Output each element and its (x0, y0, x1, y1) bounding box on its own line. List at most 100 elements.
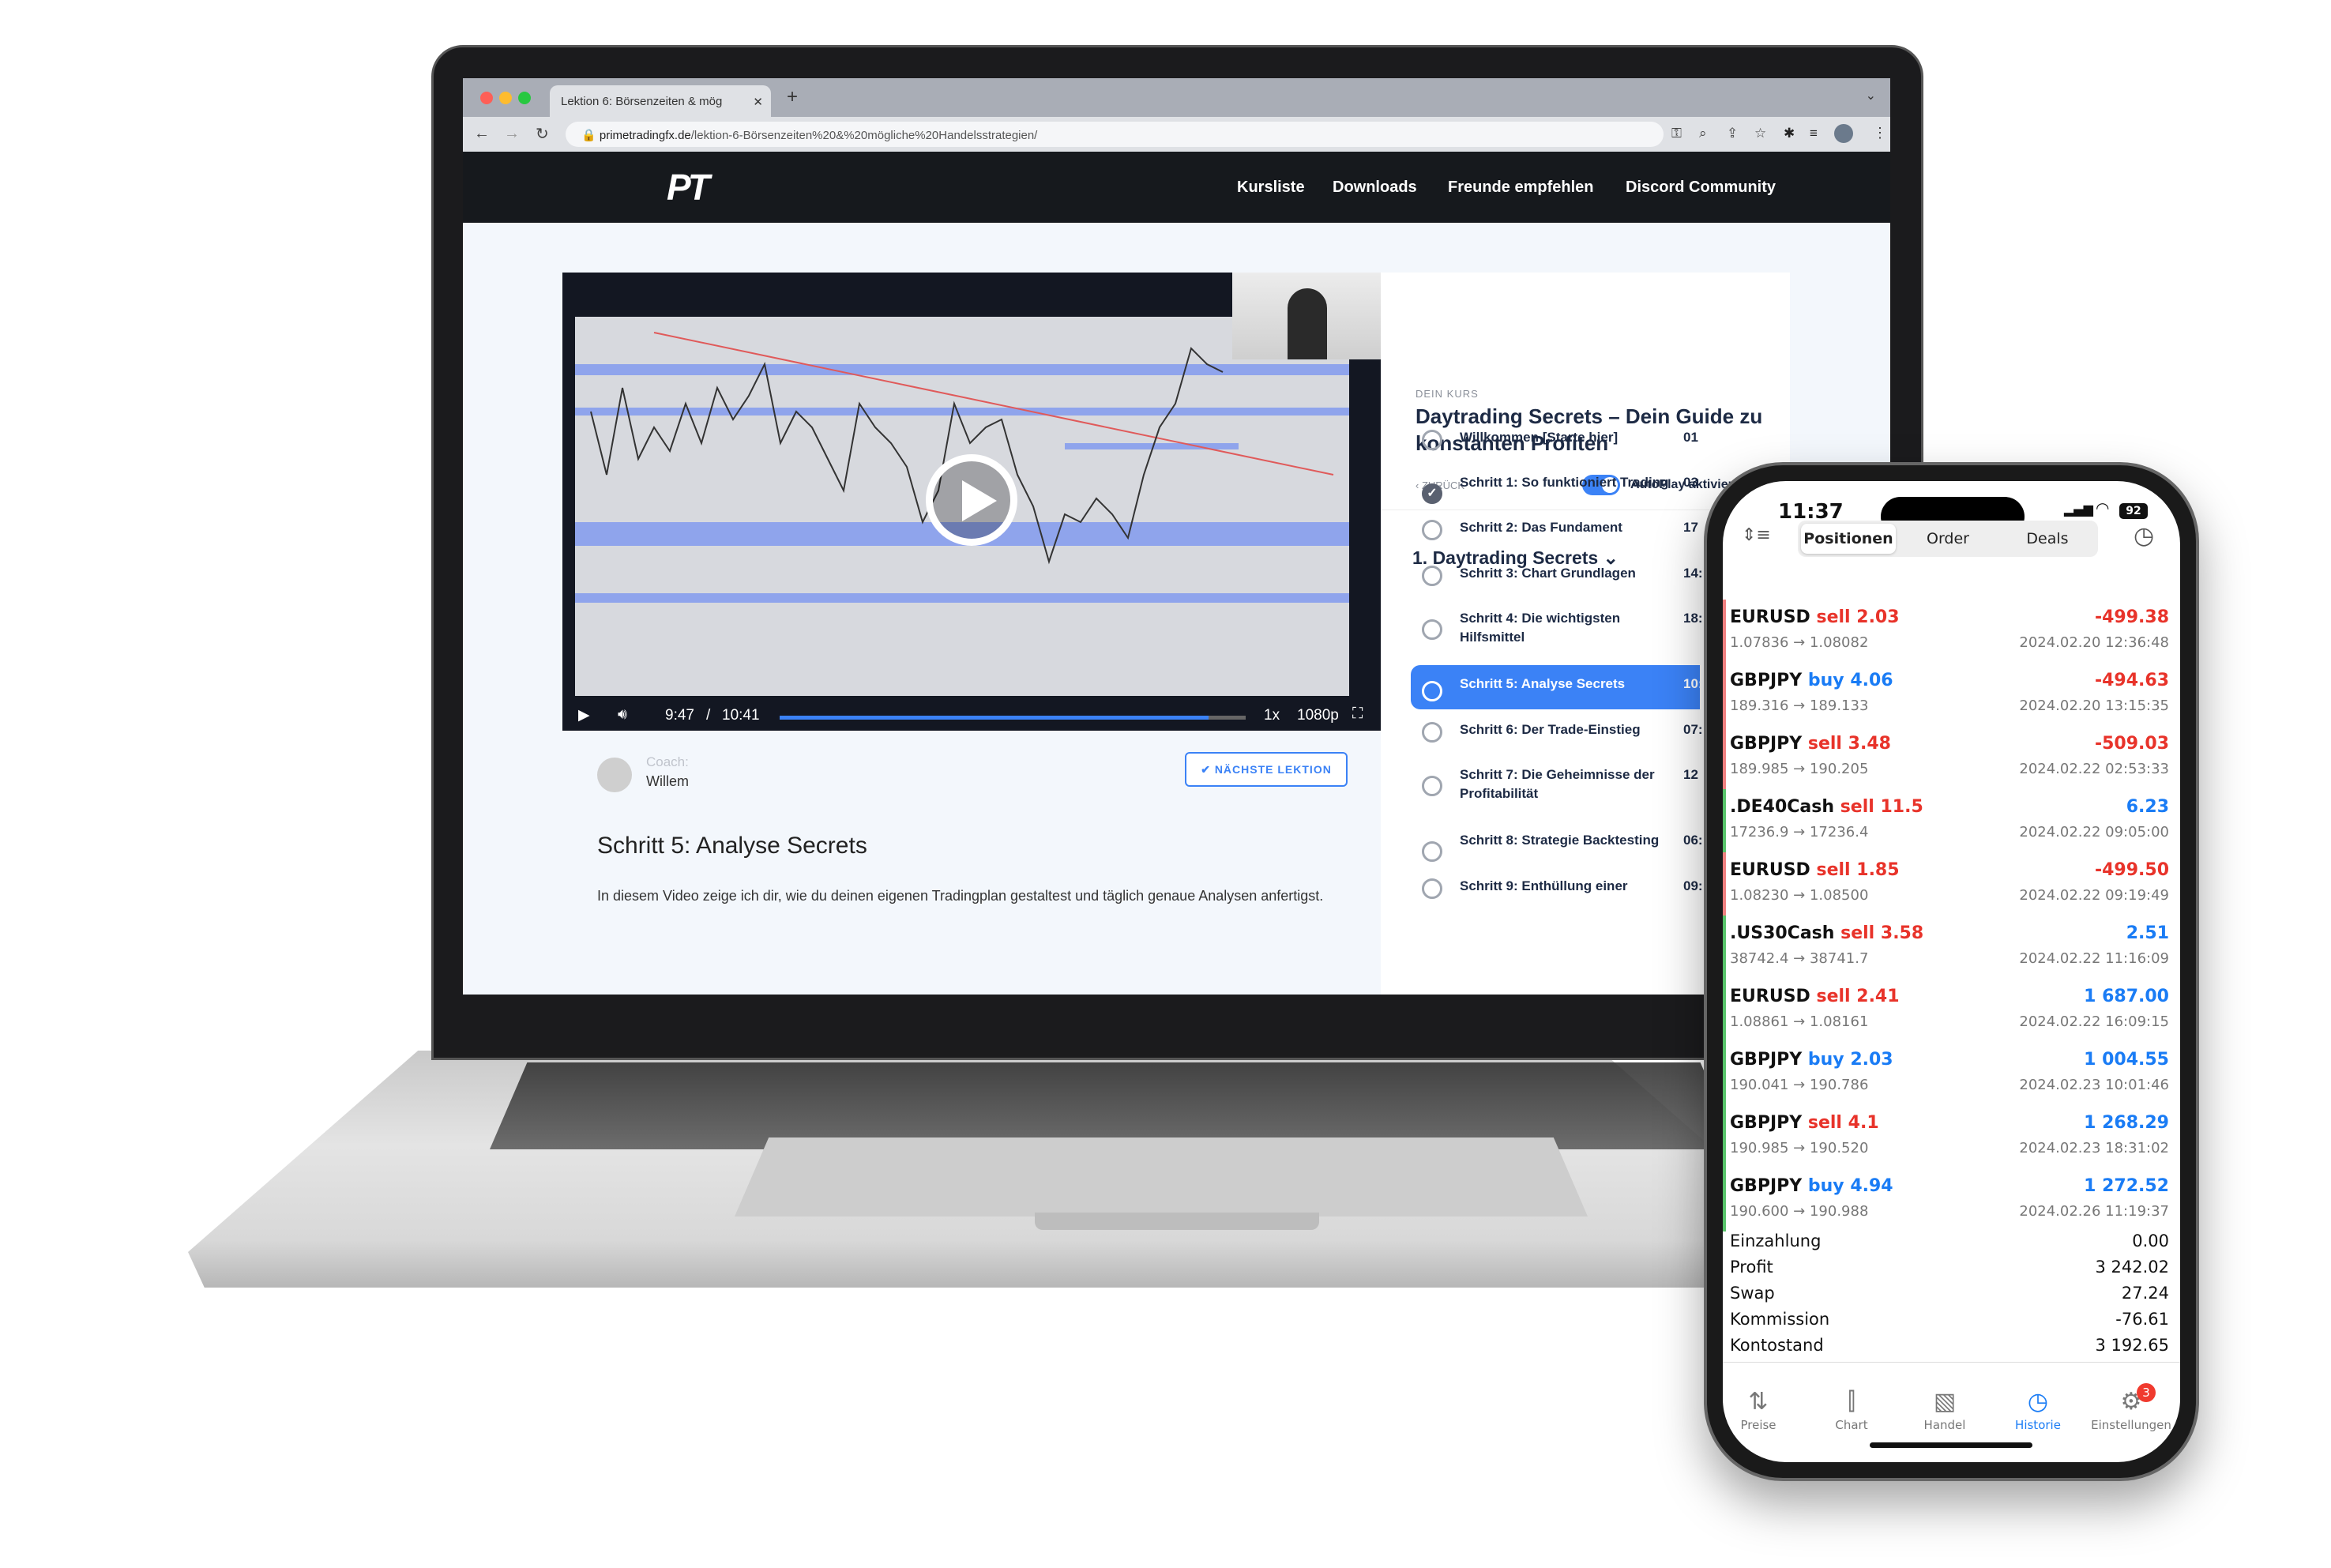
url-path: /lektion-6-Börsenzeiten%20&%20mögliche%2… (690, 129, 1038, 142)
lesson-duration: 14: (1683, 566, 1703, 581)
lesson-item[interactable]: Schritt 7: Die Geheimnisse der Profitabi… (1411, 765, 1700, 807)
trade-symbol: EURUSD (1730, 987, 1810, 1006)
clock-icon[interactable]: ◷ (2134, 522, 2154, 550)
extensions-icon[interactable]: ✱ (1784, 126, 1795, 141)
bottom-nav-einstellungen[interactable]: ⚙ Einstellungen 3 (2088, 1383, 2175, 1432)
bookmark-star-icon[interactable]: ☆ (1754, 126, 1766, 141)
summary-row: Profit 3 242.02 (1730, 1258, 2169, 1277)
close-window-button[interactable] (480, 92, 493, 104)
lesson-item[interactable]: Schritt 4: Die wichtigsten Hilfsmittel 18… (1411, 609, 1703, 650)
history-segmented-control: Positionen Order Deals (1798, 521, 2098, 557)
nav-downloads[interactable]: Downloads (1333, 179, 1417, 197)
tab-deals[interactable]: Deals (2000, 524, 2095, 554)
address-bar[interactable]: 🔒 primetradingfx.de/lektion-6-Börsenzeit… (566, 122, 1664, 147)
sort-icon[interactable]: ⇕≡ (1742, 525, 1771, 545)
coach-label: Coach: (646, 754, 689, 769)
nav-freunde-empfehlen[interactable]: Freunde empfehlen (1448, 179, 1593, 197)
zoom-icon[interactable]: ⌕ (1699, 126, 1707, 141)
bottom-nav-preise[interactable]: ⇅ Preise (1723, 1388, 1802, 1432)
coach-name: Willem (646, 773, 689, 789)
trade-profit: 1 272.52 (2084, 1176, 2169, 1196)
nav-label: Einstellungen (2091, 1418, 2171, 1432)
trade-side: sell (1840, 797, 1874, 817)
reading-list-icon[interactable]: ≡ (1810, 126, 1818, 141)
lesson-item[interactable]: ✓ Schritt 1: So funktioniert Trading 03 (1411, 473, 1700, 504)
lesson-item[interactable]: Schritt 9: Enthüllung einer 09: (1411, 877, 1703, 901)
trade-side: sell (1807, 734, 1842, 754)
back-icon[interactable]: ← (474, 125, 490, 143)
trade-date: 2024.02.22 09:19:49 (2019, 887, 2169, 904)
trade-row[interactable]: .US30Cash sell 3.58 38742.4 → 38741.7 2.51… (1723, 916, 2180, 979)
candlestick-icon: ⫿ (1848, 1388, 1855, 1416)
profile-avatar[interactable] (1834, 124, 1853, 143)
lesson-item[interactable]: Schritt 5: Analyse Secrets 10: (1411, 665, 1703, 709)
trade-row[interactable]: EURUSD sell 1.85 1.08230 → 1.08500 -499.50… (1723, 852, 2180, 916)
browser-window: Lektion 6: Börsenzeiten & mög ✕ + ⌄ ← → … (463, 78, 1890, 995)
lesson-item[interactable]: Schritt 6: Der Trade-Einstieg 07: (1411, 720, 1703, 744)
circle-icon (1422, 878, 1442, 899)
trade-row[interactable]: GBPJPY sell 3.48 189.985 → 190.205 -509.03… (1723, 726, 2180, 789)
trade-profit: -499.50 (2094, 860, 2169, 880)
trade-row[interactable]: EURUSD sell 2.03 1.07836 → 1.08082 -499.38… (1723, 600, 2180, 663)
reload-icon[interactable]: ↻ (536, 124, 549, 144)
trade-side: sell (1816, 607, 1851, 627)
trade-date: 2024.02.22 16:09:15 (2019, 1013, 2169, 1030)
close-tab-icon[interactable]: ✕ (753, 95, 763, 109)
maximize-window-button[interactable] (518, 92, 531, 104)
lesson-item[interactable]: Schritt 3: Chart Grundlagen 14: (1411, 564, 1703, 588)
next-lesson-button[interactable]: ✔ NÄCHSTE LEKTION (1185, 752, 1348, 787)
tab-order[interactable]: Order (1901, 524, 1995, 554)
key-icon[interactable]: ⚿ (1671, 126, 1682, 141)
trade-prices: 1.08861 → 1.08161 (1730, 1013, 1869, 1030)
bottom-nav-historie[interactable]: ◷ Historie (1995, 1388, 2081, 1432)
trade-row[interactable]: GBPJPY buy 4.06 189.316 → 189.133 -494.63 2… (1723, 663, 2180, 726)
trade-row[interactable]: GBPJPY sell 4.1 190.985 → 190.520 1 268.29… (1723, 1105, 2180, 1168)
trade-side: buy (1807, 1176, 1844, 1196)
menu-kebab-icon[interactable]: ⋮ (1873, 125, 1887, 141)
trade-volume: 2.03 (1856, 607, 1900, 627)
minimize-window-button[interactable] (499, 92, 512, 104)
play-button[interactable] (926, 454, 1017, 546)
speed-button[interactable]: 1x (1264, 707, 1280, 724)
play-icon[interactable]: ▶ (578, 706, 590, 724)
browser-tab[interactable]: Lektion 6: Börsenzeiten & mög ✕ (550, 85, 771, 117)
trade-row[interactable]: EURUSD sell 2.41 1.08861 → 1.08161 1 687.0… (1723, 979, 2180, 1042)
share-icon[interactable]: ⇪ (1727, 126, 1738, 141)
trade-date: 2024.02.23 10:01:46 (2019, 1077, 2169, 1093)
summary-value: 0.00 (2132, 1231, 2169, 1250)
lesson-label: Willkommen [Starte hier] (1460, 430, 1619, 445)
progress-bar[interactable] (780, 716, 1246, 720)
nav-kursliste[interactable]: Kursliste (1237, 179, 1305, 197)
forward-icon[interactable]: → (504, 125, 520, 143)
lesson-item[interactable]: Schritt 8: Strategie Backtesting 06: (1411, 831, 1703, 862)
trade-row[interactable]: GBPJPY buy 4.94 190.600 → 190.988 1 272.52… (1723, 1168, 2180, 1231)
battery-indicator: 92 (2119, 503, 2148, 519)
pl-stripe (1723, 1168, 1726, 1231)
nav-discord-community[interactable]: Discord Community (1626, 179, 1776, 197)
lesson-label: Schritt 3: Chart Grundlagen (1460, 566, 1636, 581)
volume-icon[interactable]: 🔊︎ (618, 706, 627, 724)
lesson-description: In diesem Video zeige ich dir, wie du de… (597, 888, 1324, 904)
bottom-nav-chart[interactable]: ⫿ Chart (1808, 1388, 1895, 1432)
trade-date: 2024.02.23 18:31:02 (2019, 1140, 2169, 1156)
trade-volume: 3.48 (1848, 734, 1891, 754)
nav-label: Preise (1740, 1418, 1776, 1432)
trade-row[interactable]: GBPJPY buy 2.03 190.041 → 190.786 1 004.55… (1723, 1042, 2180, 1105)
circle-icon (1422, 566, 1442, 586)
phone-screen: 11:37 ▂▄▆ ◠ 92 ⇕≡ Positionen Order Deals… (1723, 481, 2180, 1462)
tab-list-chevron-icon[interactable]: ⌄ (1866, 88, 1876, 103)
video-player[interactable]: ▶ 🔊︎ 9:47 / 10:41 1x 1080p ⛶ (562, 273, 1381, 731)
fullscreen-icon[interactable]: ⛶ (1352, 705, 1363, 723)
bottom-nav-handel[interactable]: ▧ Handel (1901, 1388, 1988, 1432)
trade-row[interactable]: .DE40Cash sell 11.5 17236.9 → 17236.4 6.23… (1723, 789, 2180, 852)
pl-stripe (1723, 979, 1726, 1042)
summary-row: Kommission -76.61 (1730, 1310, 2169, 1329)
new-tab-button[interactable]: + (787, 86, 798, 108)
quality-button[interactable]: 1080p (1297, 707, 1339, 724)
lesson-item[interactable]: Schritt 2: Das Fundament 17 (1411, 518, 1700, 542)
trade-profit: -499.38 (2094, 607, 2169, 627)
lesson-item[interactable]: Willkommen [Starte hier] 01 (1411, 428, 1700, 452)
site-logo[interactable]: PT (667, 166, 710, 209)
tab-positionen[interactable]: Positionen (1801, 524, 1896, 554)
lesson-label: Schritt 4: Die wichtigsten Hilfsmittel (1460, 611, 1621, 645)
